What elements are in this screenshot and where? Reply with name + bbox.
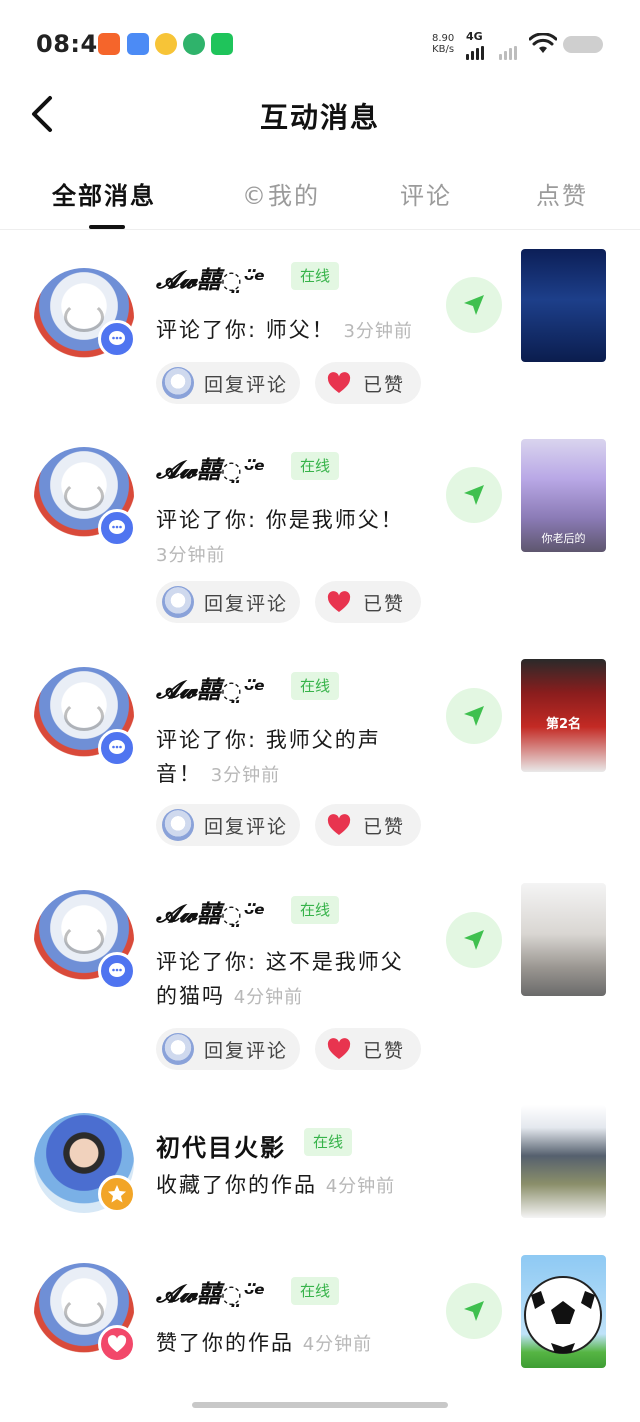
message-item[interactable]: 𝓐𝔀囍◌̤ᵕ̈ᵉ 在线 评论了你: 这不是我师父的猫吗 4分钟前 回复评论 已赞 bbox=[0, 874, 640, 1096]
online-badge: 在线 bbox=[291, 262, 340, 290]
avatar bbox=[162, 1033, 194, 1065]
page-title: 互动消息 bbox=[259, 101, 380, 134]
reply-comment-button[interactable]: 回复评论 bbox=[156, 804, 300, 846]
avatar bbox=[162, 367, 194, 399]
heart-badge-icon bbox=[98, 1325, 136, 1363]
video-thumbnail[interactable] bbox=[521, 883, 606, 996]
wifi-icon bbox=[529, 33, 557, 53]
username[interactable]: 𝓐𝔀囍◌̤ᵕ̈ᵉ bbox=[156, 260, 265, 295]
username[interactable]: 初代目火影 bbox=[156, 1128, 286, 1163]
signal-icon bbox=[499, 42, 517, 60]
username[interactable]: 𝓐𝔀囍◌̤ᵕ̈ᵉ bbox=[156, 670, 265, 705]
comment-badge-icon bbox=[98, 509, 136, 547]
message-text: 评论了你: 这不是我师父的猫吗 4分钟前 bbox=[156, 945, 424, 1015]
message-text: 评论了你: 师父！ 3分钟前 bbox=[156, 313, 424, 349]
message-time: 4分钟前 bbox=[233, 987, 304, 1008]
send-icon[interactable] bbox=[446, 467, 502, 523]
tab-comments[interactable]: 评论 bbox=[400, 176, 452, 211]
message-text: 收藏了你的作品 4分钟前 bbox=[156, 1168, 456, 1204]
message-time: 4分钟前 bbox=[325, 1176, 396, 1197]
message-time: 4分钟前 bbox=[302, 1334, 373, 1355]
message-item[interactable]: 𝓐𝔀囍◌̤ᵕ̈ᵉ 在线 评论了你: 师父！ 3分钟前 回复评论 已赞 bbox=[0, 240, 640, 430]
tab-mentions[interactable]: ©我的 bbox=[242, 176, 320, 211]
video-thumbnail[interactable]: 第2名 bbox=[521, 659, 606, 772]
send-icon[interactable] bbox=[446, 277, 502, 333]
message-text: 赞了你的作品 4分钟前 bbox=[156, 1326, 456, 1362]
heart-icon bbox=[327, 1038, 351, 1060]
message-item[interactable]: 初代目火影 在线 收藏了你的作品 4分钟前 bbox=[0, 1096, 640, 1246]
reply-label: 回复评论 bbox=[204, 1039, 289, 1062]
heart-icon bbox=[327, 814, 351, 836]
message-text: 评论了你: 我师父的声音！ 3分钟前 bbox=[156, 723, 424, 793]
reply-label: 回复评论 bbox=[204, 373, 289, 396]
reply-label: 回复评论 bbox=[204, 592, 289, 615]
app-icon bbox=[98, 33, 120, 55]
video-thumbnail[interactable]: 你老后的 bbox=[521, 439, 606, 552]
message-item[interactable]: 𝓐𝔀囍◌̤ᵕ̈ᵉ 在线 赞了你的作品 4分钟前 bbox=[0, 1246, 640, 1396]
message-content: 赞了你的作品 bbox=[156, 1331, 294, 1355]
star-badge-icon bbox=[98, 1175, 136, 1213]
soccer-ball-icon bbox=[524, 1276, 602, 1354]
comment-badge-icon bbox=[98, 320, 136, 358]
online-badge: 在线 bbox=[291, 896, 340, 924]
liked-label: 已赞 bbox=[363, 815, 406, 838]
liked-label: 已赞 bbox=[363, 592, 406, 615]
message-item[interactable]: 𝓐𝔀囍◌̤ᵕ̈ᵉ 在线 评论了你: 你是我师父！ 3分钟前 回复评论 已赞 你老… bbox=[0, 430, 640, 650]
comment-badge-icon bbox=[98, 952, 136, 990]
video-thumbnail[interactable] bbox=[521, 1255, 606, 1368]
tab-all-messages[interactable]: 全部消息 bbox=[52, 176, 156, 211]
thumbnail-caption: 你老后的 bbox=[541, 532, 586, 545]
liked-button[interactable]: 已赞 bbox=[315, 362, 421, 404]
username[interactable]: 𝓐𝔀囍◌̤ᵕ̈ᵉ bbox=[156, 1274, 265, 1309]
message-content: 评论了你: 你是我师父！ bbox=[156, 508, 404, 532]
online-badge: 在线 bbox=[291, 452, 340, 480]
app-icon bbox=[183, 33, 205, 55]
send-icon[interactable] bbox=[446, 688, 502, 744]
reply-comment-button[interactable]: 回复评论 bbox=[156, 581, 300, 623]
send-icon[interactable] bbox=[446, 912, 502, 968]
message-content: 评论了你: 师父！ bbox=[156, 318, 335, 342]
comment-badge-icon bbox=[98, 729, 136, 767]
online-badge: 在线 bbox=[304, 1128, 353, 1156]
send-icon[interactable] bbox=[446, 1283, 502, 1339]
heart-icon bbox=[327, 372, 351, 394]
message-text: 评论了你: 你是我师父！ 3分钟前 bbox=[156, 503, 424, 573]
heart-icon bbox=[327, 591, 351, 613]
network-speed: 8.90 KB/s bbox=[432, 33, 454, 55]
thumbnail-caption: 第2名 bbox=[545, 717, 582, 732]
online-badge: 在线 bbox=[291, 672, 340, 700]
reply-label: 回复评论 bbox=[204, 815, 289, 838]
wechat-icon bbox=[211, 33, 233, 55]
tab-bar: 全部消息 ©我的 评论 点赞 bbox=[0, 170, 640, 230]
reply-comment-button[interactable]: 回复评论 bbox=[156, 362, 300, 404]
message-time: 3分钟前 bbox=[343, 321, 413, 342]
home-indicator[interactable] bbox=[192, 1402, 448, 1408]
message-item[interactable]: 𝓐𝔀囍◌̤ᵕ̈ᵉ 在线 评论了你: 我师父的声音！ 3分钟前 回复评论 已赞 第… bbox=[0, 650, 640, 874]
avatar bbox=[162, 809, 194, 841]
liked-button[interactable]: 已赞 bbox=[315, 804, 421, 846]
liked-button[interactable]: 已赞 bbox=[315, 581, 421, 623]
avatar bbox=[162, 586, 194, 618]
tab-likes[interactable]: 点赞 bbox=[536, 176, 588, 211]
online-badge: 在线 bbox=[291, 1277, 340, 1305]
status-bar: 08:48 8.90 KB/s 4G bbox=[0, 0, 640, 88]
username[interactable]: 𝓐𝔀囍◌̤ᵕ̈ᵉ bbox=[156, 894, 265, 929]
app-icon bbox=[155, 33, 177, 55]
battery-icon bbox=[563, 36, 603, 53]
message-time: 3分钟前 bbox=[156, 545, 226, 566]
video-thumbnail[interactable] bbox=[521, 249, 606, 362]
signal-icon bbox=[466, 42, 484, 60]
video-thumbnail[interactable] bbox=[521, 1105, 606, 1218]
app-icon bbox=[127, 33, 149, 55]
active-tab-indicator bbox=[89, 225, 125, 229]
message-content: 收藏了你的作品 bbox=[156, 1173, 317, 1197]
speed-value: 8.90 bbox=[432, 33, 455, 44]
liked-label: 已赞 bbox=[363, 1039, 406, 1062]
liked-button[interactable]: 已赞 bbox=[315, 1028, 421, 1070]
speed-unit: KB/s bbox=[432, 44, 455, 55]
reply-comment-button[interactable]: 回复评论 bbox=[156, 1028, 300, 1070]
message-time: 3分钟前 bbox=[210, 765, 281, 786]
username[interactable]: 𝓐𝔀囍◌̤ᵕ̈ᵉ bbox=[156, 450, 265, 485]
liked-label: 已赞 bbox=[363, 373, 406, 396]
